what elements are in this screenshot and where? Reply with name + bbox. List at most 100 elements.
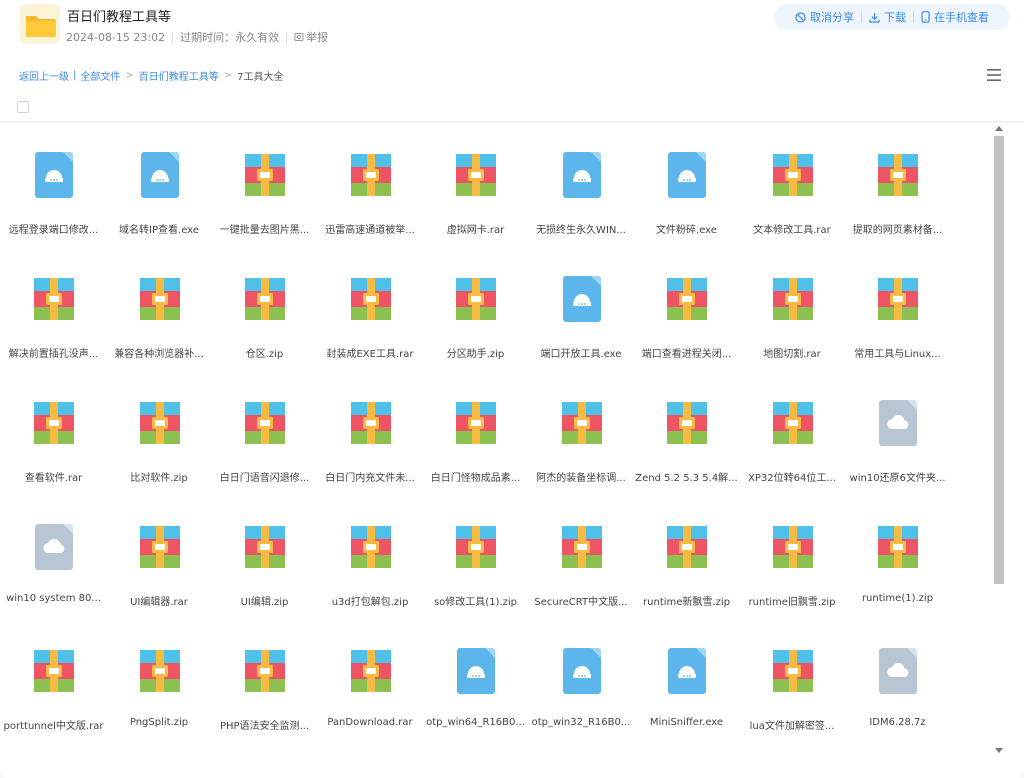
exe-file-icon <box>562 276 601 322</box>
file-item[interactable]: PanDownload.rar <box>318 619 423 729</box>
file-item[interactable]: 端口查看进程关闭... <box>634 247 739 360</box>
scroll-down-arrow[interactable] <box>995 748 1003 753</box>
cancel-share-button[interactable]: 取消分享 <box>788 9 861 25</box>
archive-file-icon <box>350 526 391 568</box>
file-item[interactable]: so修改工具(1).zip <box>423 495 528 608</box>
select-all-checkbox[interactable] <box>17 101 29 113</box>
file-item[interactable]: runtime新飘雪.zip <box>634 495 739 608</box>
scrollbar-thumb[interactable] <box>994 136 1004 584</box>
report-link[interactable]: 举报 <box>294 29 328 45</box>
file-item[interactable]: 封装成EXE工具.rar <box>318 247 423 360</box>
file-item[interactable]: 域名转IP查看.exe <box>107 123 212 236</box>
file-name: 仓区.zip <box>245 349 284 360</box>
archive-file-icon <box>245 402 285 444</box>
file-item[interactable]: otp_win32_R16B0... <box>529 619 634 729</box>
file-name: 域名转IP查看.exe <box>119 225 199 236</box>
scroll-up-arrow[interactable] <box>995 126 1003 131</box>
file-item[interactable]: lua文件加解密签... <box>740 619 845 732</box>
archive-file-icon <box>456 526 496 568</box>
file-item[interactable]: Zend 5.2 5.3 5.4解... <box>634 371 739 484</box>
breadcrumb: 返回上一级 | 全部文件 > 百日们教程工具等 > 7工具大全 <box>19 68 284 83</box>
file-item[interactable]: win10还原6文件夹... <box>845 371 950 484</box>
archive-file-icon <box>561 526 602 568</box>
view-on-phone-button[interactable]: 在手机查看 <box>914 9 996 25</box>
file-item[interactable]: UI编辑.zip <box>212 495 317 608</box>
file-item[interactable]: 白日门内充文件未... <box>318 371 423 484</box>
file-name: 地图切割.rar <box>763 349 821 360</box>
file-name: 端口查看进程关闭... <box>641 349 732 360</box>
file-name: u3d打包解包.zip <box>331 597 409 608</box>
archive-file-icon <box>245 526 285 568</box>
file-item[interactable]: 虚拟网卡.rar <box>423 123 528 236</box>
archive-file-icon <box>34 402 74 444</box>
file-item[interactable]: 白日门怪物成品素... <box>423 371 528 484</box>
archive-file-icon <box>772 402 813 444</box>
file-item[interactable]: runtime旧飘雪.zip <box>740 495 845 608</box>
report-label: 举报 <box>306 31 329 44</box>
file-item[interactable]: 解决前置插孔没声... <box>1 247 106 360</box>
vertical-scrollbar[interactable] <box>993 123 1005 763</box>
file-item[interactable]: 一键批量去图片黑... <box>212 123 317 236</box>
share-meta: 2024-08-15 23:02 过期时间：永久有效 举报 <box>66 29 328 45</box>
file-item[interactable]: XP32位转64位工... <box>740 371 845 484</box>
file-item[interactable]: PngSplit.zip <box>107 619 212 729</box>
file-item[interactable]: otp_win64_R16B0... <box>423 619 528 729</box>
file-item[interactable]: u3d打包解包.zip <box>318 495 423 608</box>
file-name: runtime旧飘雪.zip <box>748 597 836 608</box>
file-name: 远程登录端口修改... <box>8 225 99 236</box>
archive-file-icon <box>456 154 496 196</box>
file-item[interactable]: porttunnel中文版.rar <box>1 619 106 732</box>
file-item[interactable]: 兼容各种浏览器补... <box>107 247 212 360</box>
archive-file-icon <box>245 278 285 320</box>
breadcrumb-parent[interactable]: 百日们教程工具等 <box>139 68 219 83</box>
file-grid: 远程登录端口修改... 域名转IP查看.exe 一键批量去图片黑... 迅雷高速通道被… <box>0 123 990 763</box>
file-item[interactable]: MiniSniffer.exe <box>634 619 739 729</box>
file-name: 常用工具与Linux... <box>854 349 941 360</box>
file-name: 封装成EXE工具.rar <box>326 349 414 360</box>
list-view-icon[interactable] <box>986 68 1002 82</box>
file-name: 白日门内充文件未... <box>325 473 415 484</box>
download-button[interactable]: 下载 <box>862 9 913 25</box>
file-item[interactable]: 地图切割.rar <box>740 247 845 360</box>
archive-file-icon <box>350 402 391 444</box>
archive-file-icon <box>456 402 496 444</box>
file-item[interactable]: runtime(1).zip <box>845 495 950 605</box>
archive-file-icon <box>34 278 74 320</box>
file-name: 文本修改工具.rar <box>753 225 831 236</box>
file-item[interactable]: 文本修改工具.rar <box>740 123 845 236</box>
file-item[interactable]: 端口开放工具.exe <box>529 247 634 360</box>
chevron-right-icon: > <box>223 70 233 81</box>
file-item[interactable]: 迅雷高速通道被举... <box>318 123 423 236</box>
breadcrumb-all-files[interactable]: 全部文件 <box>80 68 120 83</box>
breadcrumb-back[interactable]: 返回上一级 <box>19 68 69 83</box>
file-item[interactable]: SecureCRT中文版... <box>529 495 634 608</box>
file-item[interactable]: 常用工具与Linux... <box>845 247 950 360</box>
file-name: 查看软件.rar <box>24 473 83 484</box>
file-item[interactable]: 文件粉碎.exe <box>634 123 739 236</box>
file-item[interactable]: 无损终生永久WIN... <box>529 123 634 236</box>
archive-file-icon <box>139 526 180 568</box>
file-item[interactable]: 远程登录端口修改... <box>1 123 106 236</box>
exe-file-icon <box>35 152 73 198</box>
share-expiry: 过期时间：永久有效 <box>180 31 280 44</box>
file-name: 解决前置插孔没声... <box>8 349 99 360</box>
archive-file-icon <box>139 278 180 320</box>
file-item[interactable]: IDM6.28.7z <box>845 619 950 729</box>
archive-file-icon <box>772 650 813 692</box>
exe-file-icon <box>668 152 706 198</box>
file-item[interactable]: 提取的网页素材备... <box>845 123 950 236</box>
phone-icon <box>921 11 930 23</box>
file-item[interactable]: 比对软件.zip <box>107 371 212 484</box>
file-item[interactable]: UI编辑器.rar <box>107 495 212 608</box>
file-item[interactable]: win10 system 80... <box>1 495 106 605</box>
file-item[interactable]: 仓区.zip <box>212 247 317 360</box>
file-name: IDM6.28.7z <box>869 717 926 728</box>
file-item[interactable]: 查看软件.rar <box>1 371 106 484</box>
file-name: win10还原6文件夹... <box>849 473 946 484</box>
file-item[interactable]: 分区助手.zip <box>423 247 528 360</box>
file-name: UI编辑器.rar <box>130 597 188 608</box>
file-item[interactable]: PHP语法安全监测... <box>212 619 317 732</box>
file-item[interactable]: 白日门语音闪退修... <box>212 371 317 484</box>
file-name: 兼容各种浏览器补... <box>114 349 204 360</box>
file-item[interactable]: 阿杰的装备坐标调... <box>529 371 634 484</box>
